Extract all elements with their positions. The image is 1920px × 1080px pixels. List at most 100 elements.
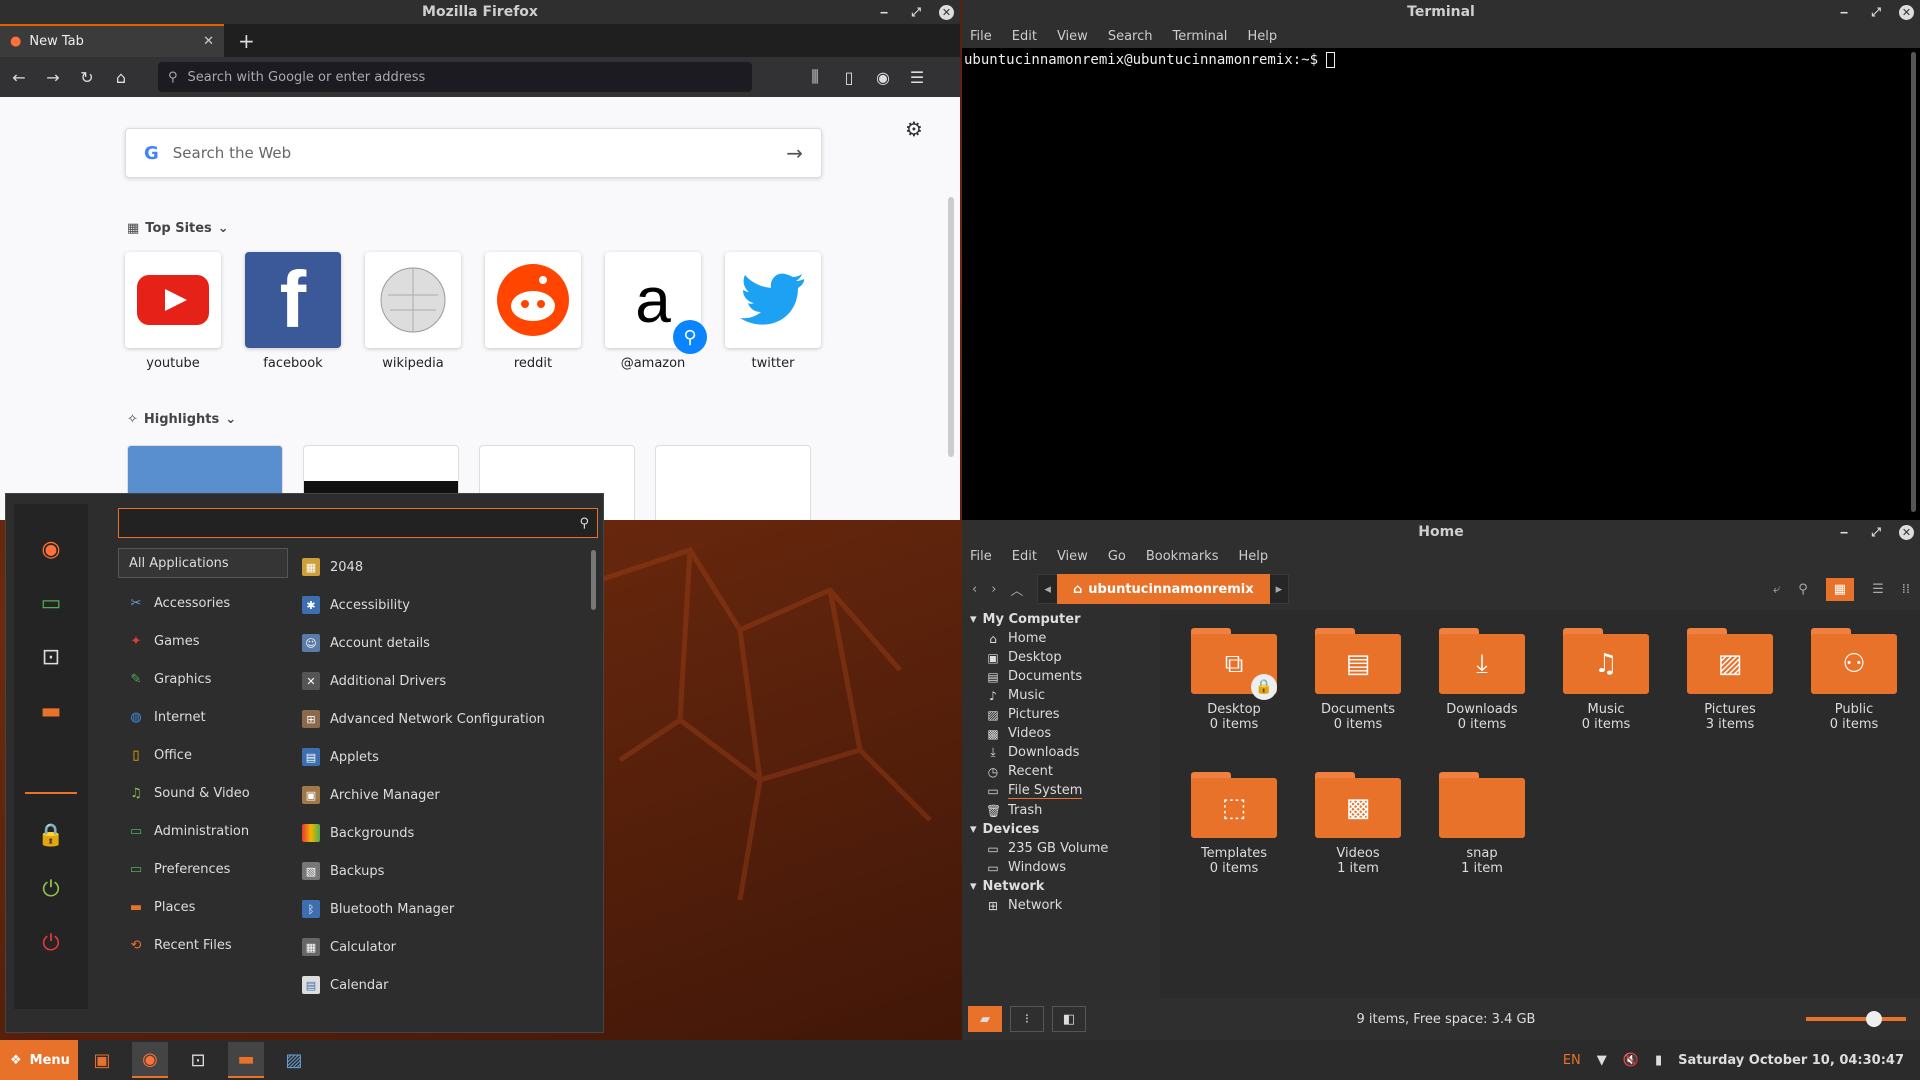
folder-item-snap[interactable]: snap 1 item <box>1420 772 1544 876</box>
sidebar-item-network[interactable]: ⊞ Network <box>962 896 1160 915</box>
files-icon[interactable]: ▬ <box>31 684 71 738</box>
firefox-icon[interactable]: ◉ <box>31 522 71 576</box>
toggle-location-icon[interactable]: ⤶ <box>1773 582 1780 597</box>
app-additional-drivers[interactable]: ✕ Additional Drivers <box>296 662 586 700</box>
hamburger-menu-icon[interactable]: ☰ <box>906 68 928 87</box>
minimize-button[interactable]: ‒ <box>875 3 893 21</box>
up-icon[interactable]: ︿ <box>1010 580 1023 599</box>
web-search-box[interactable]: G Search the Web → <box>125 128 822 178</box>
wifi-icon[interactable]: ▼ <box>1597 1053 1607 1068</box>
sidebar-item-downloads[interactable]: ⤓ Downloads <box>962 743 1160 762</box>
files-icon[interactable]: ▬ <box>228 1042 264 1078</box>
folder-item-documents[interactable]: ▤ Documents 0 items <box>1296 628 1420 732</box>
home-icon[interactable]: ⌂ <box>110 68 132 87</box>
sidebar-group-network[interactable]: ▾ Network <box>962 877 1160 896</box>
menu-go[interactable]: Go <box>1108 549 1126 564</box>
menu-search-input[interactable]: ⚲ <box>118 508 598 538</box>
close-button[interactable]: ✕ <box>1899 524 1914 540</box>
lock-screen-icon[interactable]: 🔒 <box>31 808 71 862</box>
menu-button[interactable]: ❖ Menu <box>0 1040 78 1080</box>
folder-item-music[interactable]: ♫ Music 0 items <box>1544 628 1668 732</box>
sidebar-item-recent[interactable]: ◷ Recent <box>962 762 1160 781</box>
clock[interactable]: Saturday October 10, 04:30:47 <box>1678 1053 1904 1068</box>
menu-help[interactable]: Help <box>1238 549 1268 564</box>
gear-icon[interactable]: ⚙ <box>905 117 923 141</box>
scrollbar[interactable] <box>1911 52 1916 512</box>
category-sound-video[interactable]: ♫ Sound & Video <box>118 774 288 812</box>
top-site-facebook[interactable]: f facebook <box>245 252 341 371</box>
category-graphics[interactable]: ✎ Graphics <box>118 660 288 698</box>
menu-file[interactable]: File <box>970 549 992 564</box>
forward-icon[interactable]: → <box>42 68 64 87</box>
account-icon[interactable]: ◉ <box>872 68 894 87</box>
menu-edit[interactable]: Edit <box>1012 29 1037 44</box>
menu-file[interactable]: File <box>970 29 992 44</box>
minimize-button[interactable]: ‒ <box>1835 523 1853 541</box>
close-button[interactable]: ✕ <box>1899 4 1914 20</box>
search-arrow-icon[interactable]: → <box>786 141 803 165</box>
shutdown-icon[interactable]: ⏻ <box>31 916 71 970</box>
sidebar-group-devices[interactable]: ▾ Devices <box>962 820 1160 839</box>
sidebar-item-desktop[interactable]: ▣ Desktop <box>962 648 1160 667</box>
keyboard-layout[interactable]: EN <box>1563 1053 1581 1068</box>
show-places-icon[interactable]: ▰ <box>968 1006 1002 1032</box>
logout-icon[interactable]: ⏻ <box>31 862 71 916</box>
menu-view[interactable]: View <box>1057 29 1088 44</box>
menu-terminal[interactable]: Terminal <box>1172 29 1227 44</box>
category-office[interactable]: ▯ Office <box>118 736 288 774</box>
search-icon[interactable]: ⚲ <box>1798 582 1808 597</box>
category-preferences[interactable]: ▭ Preferences <box>118 850 288 888</box>
top-site-twitter[interactable]: twitter <box>725 252 821 371</box>
menu-view[interactable]: View <box>1057 549 1088 564</box>
breadcrumb-home[interactable]: ⌂ ubuntucinnamonremix <box>1056 574 1270 604</box>
menu-bookmarks[interactable]: Bookmarks <box>1146 549 1219 564</box>
close-tab-icon[interactable]: ✕ <box>203 34 214 49</box>
scrollbar[interactable] <box>948 197 954 457</box>
folder-item-videos[interactable]: ▩ Videos 1 item <box>1296 772 1420 876</box>
app-backgrounds[interactable]: Backgrounds <box>296 814 586 852</box>
firefox-icon[interactable]: ◉ <box>132 1042 168 1078</box>
folder-item-downloads[interactable]: ⤓ Downloads 0 items <box>1420 628 1544 732</box>
icon-view-icon[interactable]: ▦ <box>1825 577 1855 601</box>
reload-icon[interactable]: ↻ <box>76 68 98 87</box>
top-site-reddit[interactable]: reddit <box>485 252 581 371</box>
back-icon[interactable]: ‹ <box>972 582 977 597</box>
new-tab-button[interactable]: + <box>224 24 269 57</box>
category-games[interactable]: ✦ Games <box>118 622 288 660</box>
battery-icon[interactable]: ▮ <box>1655 1053 1662 1068</box>
app-backups[interactable]: ▧ Backups <box>296 852 586 890</box>
category-places[interactable]: ▬ Places <box>118 888 288 926</box>
app-account-details[interactable]: ☺ Account details <box>296 624 586 662</box>
highlights-heading[interactable]: ✧ Highlights ⌄ <box>127 412 236 427</box>
sidebar-group-my-computer[interactable]: ▾ My Computer <box>962 610 1160 629</box>
sidebar-item-file-system[interactable]: ▭ File System <box>962 781 1160 801</box>
sidebar-item-trash[interactable]: 🗑 Trash <box>962 801 1160 820</box>
terminal-output[interactable]: ubuntucinnamonremix@ubuntucinnamonremix:… <box>962 48 1920 72</box>
sidebar-item-music[interactable]: ♪ Music <box>962 686 1160 705</box>
image-viewer-icon[interactable]: ▨ <box>276 1042 312 1078</box>
top-site-wikipedia[interactable]: wikipedia <box>365 252 461 371</box>
top-site-amazon[interactable]: a ⚲ @amazon <box>605 252 707 371</box>
show-treeview-icon[interactable]: ⁝ <box>1010 1006 1044 1032</box>
breadcrumb-right-icon[interactable]: ▸ <box>1270 582 1289 597</box>
app-calendar[interactable]: ▤ Calendar <box>296 966 586 1004</box>
minimize-button[interactable]: ‒ <box>1835 3 1853 21</box>
sidebar-icon[interactable]: ▯ <box>838 68 860 87</box>
category-administration[interactable]: ▭ Administration <box>118 812 288 850</box>
show-desktop-icon[interactable]: ▣ <box>84 1042 120 1078</box>
highlight-card[interactable] <box>655 445 811 520</box>
forward-icon[interactable]: › <box>991 582 996 597</box>
tab-new-tab[interactable]: ● New Tab ✕ <box>0 24 224 57</box>
back-icon[interactable]: ← <box>8 68 30 87</box>
category-recent-files[interactable]: ⟲ Recent Files <box>118 926 288 964</box>
zoom-slider[interactable] <box>1806 1011 1906 1027</box>
category-internet[interactable]: ◍ Internet <box>118 698 288 736</box>
sidebar-item-pictures[interactable]: ▨ Pictures <box>962 705 1160 724</box>
app-calculator[interactable]: ▦ Calculator <box>296 928 586 966</box>
maximize-button[interactable]: ⤢ <box>1867 523 1885 541</box>
category-accessories[interactable]: ✂ Accessories <box>118 584 288 622</box>
library-icon[interactable]: ⫼ <box>804 67 826 87</box>
folder-item-public[interactable]: ⚇ Public 0 items <box>1792 628 1916 732</box>
breadcrumb-left-icon[interactable]: ◂ <box>1038 582 1057 597</box>
app-accessibility[interactable]: ✱ Accessibility <box>296 586 586 624</box>
